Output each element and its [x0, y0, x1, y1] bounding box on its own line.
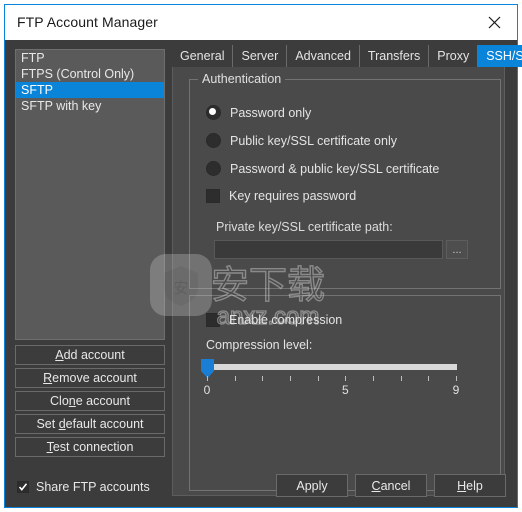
key-requires-password-label: Key requires password [229, 189, 357, 203]
ftp-account-manager-window: FTP Account Manager FTP FTPS (Control On… [4, 4, 522, 508]
checkbox-checked-icon [17, 481, 29, 493]
slider-tick [456, 376, 457, 381]
slider-tick [345, 376, 347, 381]
enable-compression-label: Enable compression [229, 313, 343, 327]
authentication-group-title: Authentication [198, 72, 286, 86]
list-item[interactable]: SFTP with key [16, 98, 164, 114]
list-item-label: FTPS (Control Only) [21, 67, 135, 81]
radio-selected-icon [206, 105, 221, 120]
slider-tick-label: 5 [341, 383, 349, 397]
list-item[interactable]: FTPS (Control Only) [16, 66, 164, 82]
account-list[interactable]: FTP FTPS (Control Only) SFTP SFTP with k… [15, 49, 165, 340]
clone-account-pre: Clo [50, 394, 69, 408]
radio-password-only[interactable]: Password only [206, 105, 311, 120]
tab-general-label: General [180, 49, 225, 63]
compression-level-slider[interactable]: 0 5 9 [201, 358, 460, 404]
clone-account-rest: e account [75, 394, 130, 408]
slider-tick [207, 376, 208, 381]
title-bar: FTP Account Manager [5, 5, 517, 40]
radio-password-only-label: Password only [230, 105, 312, 120]
add-account-button[interactable]: Add account [15, 345, 165, 365]
slider-track [207, 364, 457, 370]
tab-strip: General Server Advanced Transfers Proxy … [172, 45, 522, 67]
list-item-label: SFTP with key [21, 99, 102, 113]
apply-button-label: Apply [296, 478, 328, 493]
slider-tick [373, 376, 374, 381]
close-button[interactable] [472, 5, 517, 40]
dialog-client-area: FTP FTPS (Control Only) SFTP SFTP with k… [5, 40, 522, 507]
slider-tick [262, 376, 264, 381]
radio-unselected-icon [206, 133, 221, 148]
tab-page-ssh-ssl: Authentication Password only Public key/… [172, 67, 505, 496]
clone-account-button[interactable]: Clone account [15, 391, 165, 411]
tab-advanced[interactable]: Advanced [287, 45, 360, 67]
checkbox-unchecked-icon [206, 313, 220, 327]
tab-server-label: Server [241, 49, 279, 63]
close-icon [488, 16, 501, 29]
test-connection-rest: est connection [52, 440, 134, 454]
tab-advanced-label: Advanced [295, 49, 351, 63]
remove-account-button[interactable]: Remove account [15, 368, 165, 388]
set-default-rest: efault account [65, 417, 144, 431]
tab-ssh-ssl-label: SSH/SSL [486, 49, 522, 63]
list-item-label: FTP [21, 51, 45, 65]
tab-transfers-label: Transfers [367, 49, 421, 63]
set-default-pre: Set [36, 417, 59, 431]
slider-tick-label: 0 [203, 383, 211, 397]
cancel-button-rest: ancel [380, 478, 411, 493]
tab-transfers[interactable]: Transfers [360, 45, 430, 67]
cancel-button[interactable]: Cancel [355, 474, 427, 497]
enable-compression-checkbox[interactable]: Enable compression [206, 313, 342, 327]
help-button[interactable]: Help [434, 474, 506, 497]
slider-tick [400, 376, 402, 381]
tab-general[interactable]: General [172, 45, 234, 67]
tab-proxy[interactable]: Proxy [429, 45, 479, 67]
private-key-browse-label: ... [452, 243, 462, 256]
slider-tick [290, 376, 291, 381]
set-default-account-button[interactable]: Set default account [15, 414, 165, 434]
radio-unselected-icon [206, 161, 221, 176]
window-title: FTP Account Manager [17, 14, 158, 30]
slider-tick [317, 376, 319, 381]
share-ftp-accounts-checkbox[interactable]: Share FTP accounts [17, 480, 150, 494]
private-key-path-input[interactable] [214, 240, 443, 259]
remove-account-button-label: emove account [52, 371, 137, 385]
private-key-browse-button[interactable]: ... [446, 240, 468, 259]
checkbox-unchecked-icon [206, 189, 220, 203]
tab-server[interactable]: Server [233, 45, 288, 67]
radio-password-and-public-key[interactable]: Password & public key/SSL certificate [206, 161, 439, 176]
slider-tick [428, 376, 430, 381]
radio-password-and-public-key-label: Password & public key/SSL certificate [230, 161, 440, 176]
private-key-path-label: Private key/SSL certificate path: [216, 220, 393, 234]
authentication-group: Authentication Password only Public key/… [189, 72, 501, 289]
add-account-button-label: dd account [63, 348, 125, 362]
tab-proxy-label: Proxy [437, 49, 470, 63]
slider-tick-label: 9 [452, 383, 460, 397]
compression-level-label: Compression level: [206, 338, 313, 352]
compression-group: Enable compression Compression level: 0 5… [189, 295, 501, 491]
slider-tick [234, 376, 236, 381]
help-button-rest: elp [466, 478, 483, 493]
tab-ssh-ssl[interactable]: SSH/SSL [478, 45, 522, 67]
key-requires-password-checkbox[interactable]: Key requires password [206, 189, 356, 203]
test-connection-button[interactable]: Test connection [15, 437, 165, 457]
radio-public-key-only[interactable]: Public key/SSL certificate only [206, 133, 397, 148]
list-item-label: SFTP [21, 83, 53, 97]
list-item-selected[interactable]: SFTP [16, 82, 164, 98]
list-item[interactable]: FTP [16, 50, 164, 66]
apply-button[interactable]: Apply [276, 474, 348, 497]
share-ftp-accounts-label: Share FTP accounts [36, 480, 150, 494]
radio-public-key-only-label: Public key/SSL certificate only [230, 133, 397, 148]
